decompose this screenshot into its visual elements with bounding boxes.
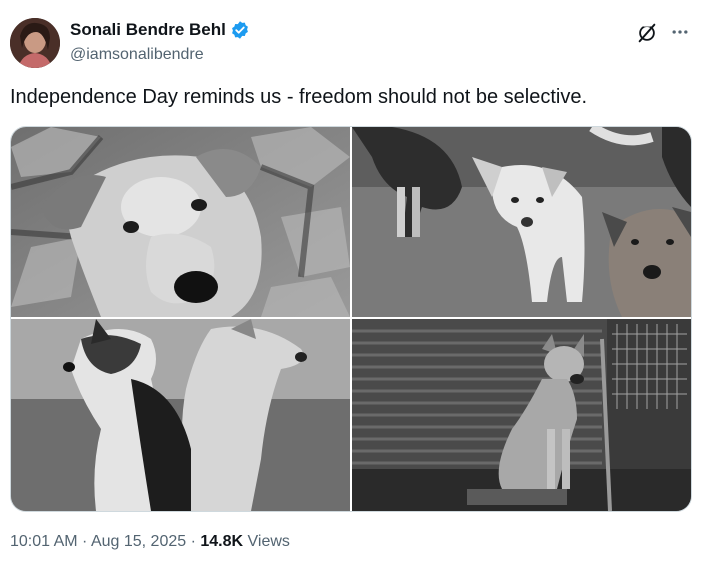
more-options-icon [672,30,688,34]
verified-badge-icon [230,20,250,40]
author-handle[interactable]: @iamsonalibendre [70,46,204,64]
tweet-time[interactable]: 10:01 AM [10,533,78,550]
two-puppies-photo[interactable] [11,319,350,511]
views-label: Views [243,533,290,550]
meta-separator: · [186,533,201,550]
avatar-image [10,18,60,68]
avatar[interactable] [10,18,60,68]
three-dogs-street-photo[interactable] [352,127,691,317]
grok-icon[interactable] [636,22,658,44]
author-name-row[interactable]: Sonali Bendre Behl [70,20,250,40]
author-display-name[interactable]: Sonali Bendre Behl [70,20,226,40]
meta-separator: · [77,533,91,550]
more-options-button[interactable] [668,20,692,44]
media-grid[interactable] [10,126,692,512]
tweet-meta: 10:01 AM · Aug 15, 2025 · 14.8K Views [10,533,290,551]
dog-closeup-photo[interactable] [11,127,350,317]
tweet-text: Independence Day reminds us - freedom sh… [10,86,588,108]
views-count: 14.8K [200,533,244,550]
dog-sitting-by-shutter-photo[interactable] [352,319,691,511]
tweet-date[interactable]: Aug 15, 2025 [91,533,186,550]
